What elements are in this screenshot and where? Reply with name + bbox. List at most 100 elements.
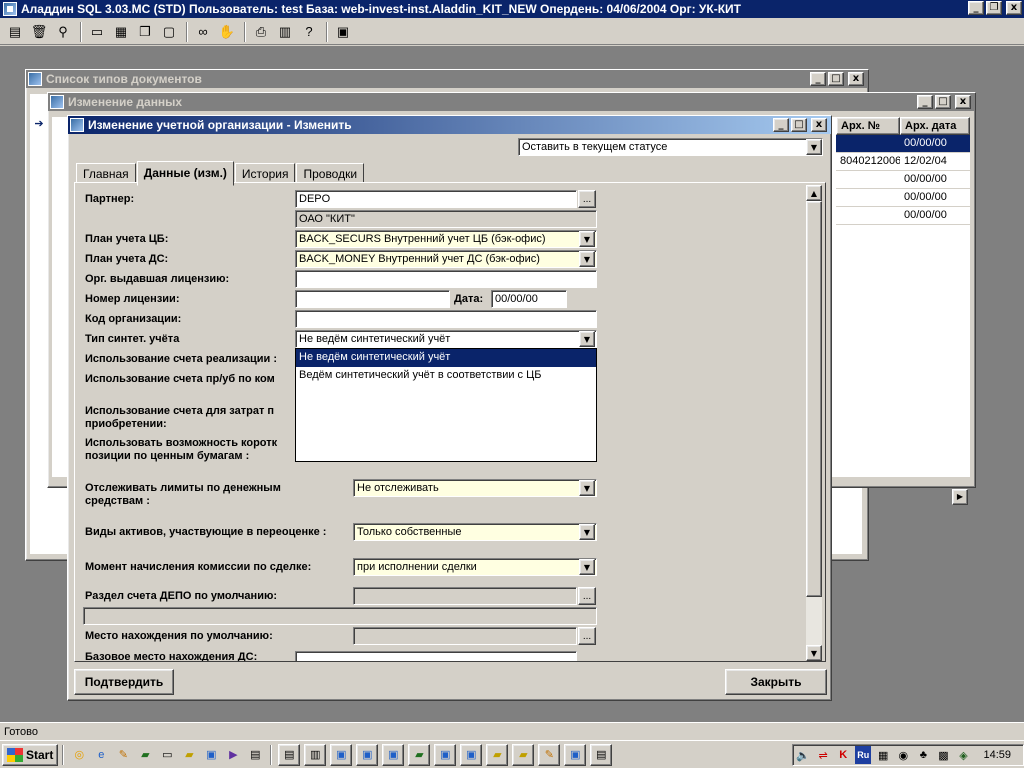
table-row[interactable]: 00/00/00 — [836, 207, 970, 225]
minimize-button[interactable]: _ — [773, 118, 789, 132]
confirm-button[interactable]: Подтвердить — [74, 669, 174, 695]
assets-select[interactable]: Только собственные — [353, 523, 597, 541]
app-minimize-button[interactable]: _ — [968, 1, 984, 15]
depo-section-field[interactable] — [353, 587, 577, 605]
picture-icon[interactable]: ▣ — [332, 21, 354, 43]
app-icon[interactable] — [3, 2, 17, 16]
cascade-icon[interactable]: ❐ — [134, 21, 156, 43]
license-org-field[interactable] — [295, 270, 597, 288]
speaker-icon[interactable]: 🔈 — [795, 746, 811, 764]
taskbar-window-button[interactable]: ▤ — [278, 743, 301, 766]
taskbar-window-button[interactable]: ▣ — [460, 743, 483, 766]
clock[interactable]: 14:59 — [983, 749, 1011, 761]
location-field[interactable] — [353, 627, 577, 645]
table-row[interactable]: 00/00/00 — [836, 135, 970, 153]
taskbar-window-button[interactable]: ▰ — [486, 743, 509, 766]
form-vscroll[interactable]: ▲ ▼ — [806, 185, 822, 661]
tab-data[interactable]: Данные (изм.) — [136, 161, 234, 186]
tray-app-icon[interactable]: ◈ — [955, 746, 971, 764]
dropdown-option[interactable]: Ведём синтетический учёт в соответствии … — [296, 367, 596, 385]
taskbar-window-button[interactable]: ✎ — [538, 743, 561, 766]
minimize-button[interactable]: _ — [917, 95, 933, 109]
dropdown-option[interactable]: Не ведём синтетический учёт — [296, 349, 596, 367]
taskbar-window-button[interactable]: ▤ — [590, 743, 613, 766]
ie-icon[interactable]: e — [92, 746, 110, 764]
base-location-field[interactable] — [295, 651, 577, 661]
doc-icon[interactable]: ▤ — [246, 746, 264, 764]
scroll-thumb[interactable] — [806, 201, 822, 597]
scroll-up-icon[interactable]: ▲ — [806, 185, 822, 201]
calculator-icon[interactable]: ▥ — [274, 21, 296, 43]
app-quick-icon[interactable]: ▰ — [136, 746, 154, 764]
close-button[interactable]: x — [811, 118, 827, 132]
close-dialog-button[interactable]: Закрыть — [725, 669, 827, 695]
partner-field[interactable]: DEPO — [295, 190, 577, 208]
start-button[interactable]: Start — [2, 743, 59, 766]
scroll-right-icon[interactable]: ▶ — [952, 489, 968, 505]
hand-icon[interactable]: ✋ — [216, 21, 238, 43]
chevron-down-icon[interactable]: ▼ — [579, 559, 595, 575]
printer-icon[interactable]: ⎙ — [250, 21, 272, 43]
table-row[interactable]: 80402120060 12/02/04 — [836, 153, 970, 171]
depo-section-browse-button[interactable]: ... — [578, 587, 596, 605]
scroll-down-icon[interactable]: ▼ — [806, 645, 822, 661]
tray-app-icon[interactable]: ▩ — [935, 746, 951, 764]
table-row[interactable]: 00/00/00 — [836, 189, 970, 207]
taskbar-window-button[interactable]: ▰ — [408, 743, 431, 766]
maximize-button[interactable]: □ — [828, 72, 844, 86]
list-icon[interactable]: ▤ — [4, 21, 26, 43]
chevron-down-icon[interactable]: ▼ — [579, 231, 595, 247]
network-icon[interactable]: ⇌ — [815, 746, 831, 764]
close-button[interactable]: x — [955, 95, 971, 109]
chevron-down-icon[interactable]: ▼ — [579, 524, 595, 540]
maximize-button[interactable]: □ — [935, 95, 951, 109]
taskbar-window-button[interactable]: ▣ — [330, 743, 353, 766]
search-doc-icon[interactable]: ⚲ — [52, 21, 74, 43]
app-restore-button[interactable]: ❐ — [986, 1, 1002, 15]
limits-select[interactable]: Не отслеживать — [353, 479, 597, 497]
taskbar-window-button[interactable]: ▰ — [512, 743, 535, 766]
grid-header-cell[interactable]: Арх. № — [836, 117, 900, 135]
tile-icon[interactable]: ▦ — [110, 21, 132, 43]
taskbar-window-button[interactable]: ▣ — [356, 743, 379, 766]
partner-browse-button[interactable]: ... — [578, 190, 596, 208]
antivirus-icon[interactable]: K — [835, 746, 851, 764]
plan-ds-select[interactable]: BACK_MONEY Внутренний учет ДС (бэк-офис) — [295, 250, 597, 268]
taskbar-window-button[interactable]: ▣ — [382, 743, 405, 766]
license-date-field[interactable]: 00/00/00 — [491, 290, 567, 308]
location-browse-button[interactable]: ... — [578, 627, 596, 645]
license-num-field[interactable] — [295, 290, 450, 308]
tray-app-icon[interactable]: ♣ — [915, 746, 931, 764]
status-select[interactable]: Оставить в текущем статусе — [518, 138, 823, 156]
minimize-button[interactable]: _ — [810, 72, 826, 86]
synth-select[interactable]: Не ведём синтетический учёт — [295, 330, 597, 348]
pencil-icon[interactable]: ✎ — [114, 746, 132, 764]
blank-icon[interactable]: ▢ — [158, 21, 180, 43]
grid-header-cell[interactable]: Арх. дата — [900, 117, 970, 135]
taskbar-window-button[interactable]: ▥ — [304, 743, 327, 766]
folder-icon[interactable]: ▰ — [180, 746, 198, 764]
app-close-button[interactable]: x — [1006, 1, 1022, 15]
aladdin-icon[interactable]: ▣ — [202, 746, 220, 764]
chevron-down-icon[interactable]: ▼ — [579, 251, 595, 267]
commission-select[interactable]: при исполнении сделки — [353, 558, 597, 576]
chevron-down-icon[interactable]: ▼ — [579, 331, 595, 347]
org-code-field[interactable] — [295, 310, 597, 328]
taskbar-window-button[interactable]: ▣ — [564, 743, 587, 766]
taskbar-window-button[interactable]: ▣ — [434, 743, 457, 766]
binoculars-icon[interactable]: ∞ — [192, 21, 214, 43]
computer-icon[interactable]: ▭ — [158, 746, 176, 764]
outlook-icon[interactable]: ◎ — [70, 746, 88, 764]
chevron-down-icon[interactable]: ▼ — [579, 480, 595, 496]
tray-app-icon[interactable]: ◉ — [895, 746, 911, 764]
window-icon[interactable]: ▭ — [86, 21, 108, 43]
tray-app-icon[interactable]: ▦ — [875, 746, 891, 764]
media-icon[interactable]: ▶ — [224, 746, 242, 764]
trash-icon[interactable]: 🗑 — [28, 21, 50, 43]
plan-cb-select[interactable]: BACK_SECURS Внутренний учет ЦБ (бэк-офис… — [295, 230, 597, 248]
close-button[interactable]: x — [848, 72, 864, 86]
language-indicator[interactable]: Ru — [855, 746, 872, 764]
chevron-down-icon[interactable]: ▼ — [806, 139, 822, 155]
maximize-button[interactable]: □ — [791, 118, 807, 132]
help-icon[interactable]: ? — [298, 21, 320, 43]
